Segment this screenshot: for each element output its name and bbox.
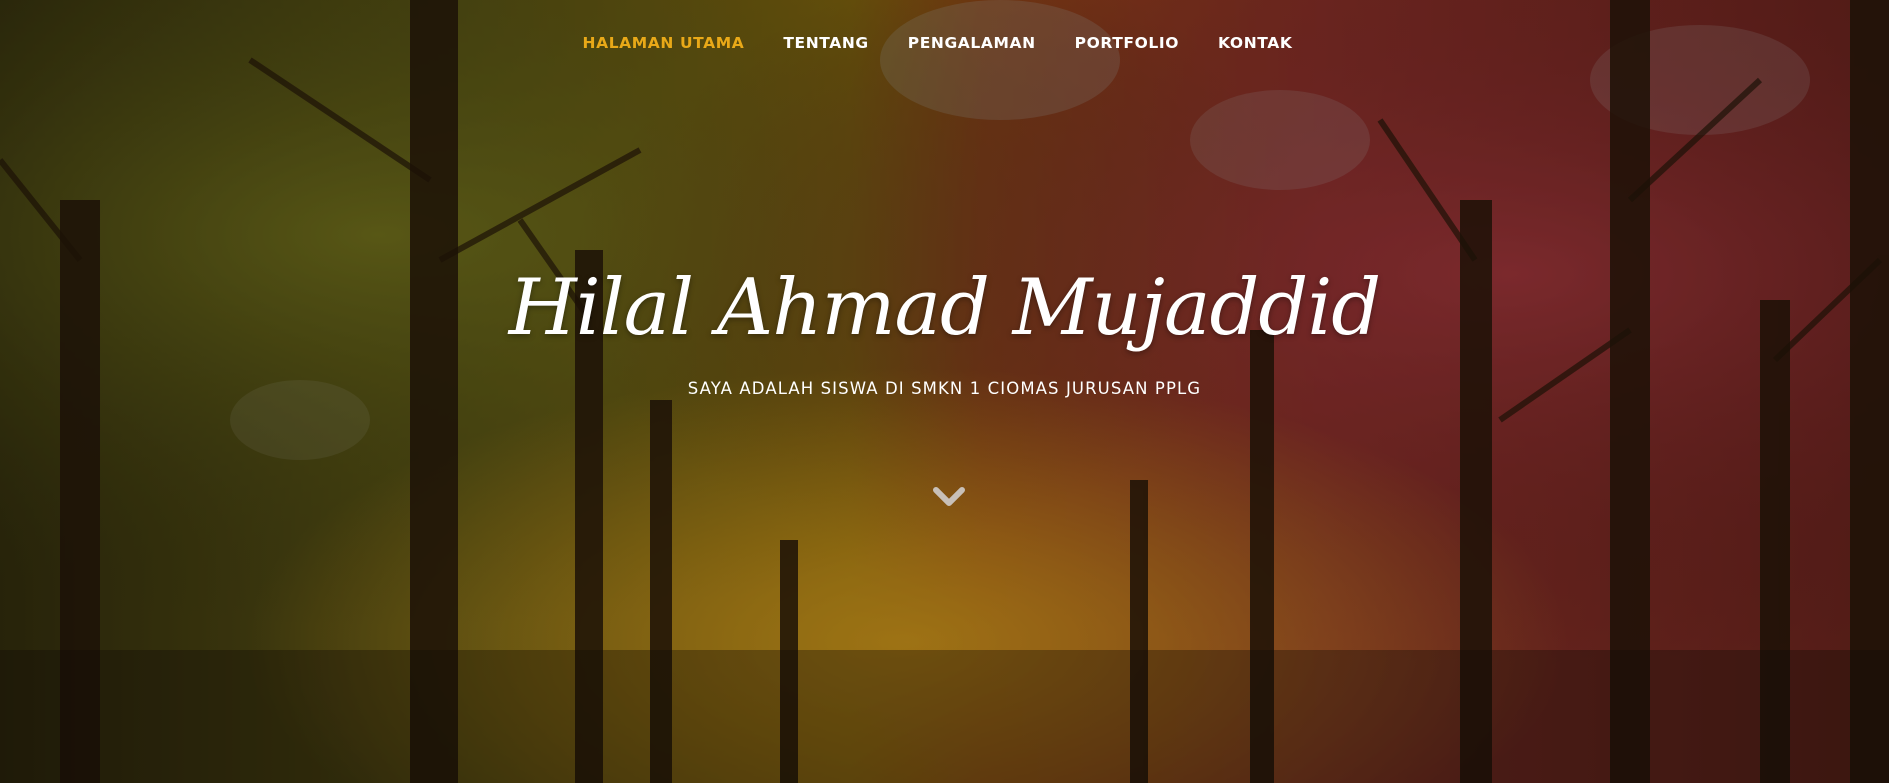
- nav-item-halaman-utama[interactable]: HALAMAN UTAMA: [583, 34, 745, 52]
- nav-item-tentang[interactable]: TENTANG: [783, 34, 868, 52]
- nav-item-kontak[interactable]: KONTAK: [1218, 34, 1292, 52]
- chevron-down-icon: [933, 487, 965, 506]
- hero-title: Hilal Ahmad Mujaddid: [508, 263, 1381, 353]
- nav-item-pengalaman[interactable]: PENGALAMAN: [908, 34, 1036, 52]
- nav-menu: HALAMAN UTAMA TENTANG PENGALAMAN PORTFOL…: [583, 34, 1293, 52]
- main-navigation: HALAMAN UTAMA TENTANG PENGALAMAN PORTFOL…: [0, 34, 1889, 52]
- hero-section: HALAMAN UTAMA TENTANG PENGALAMAN PORTFOL…: [0, 0, 1889, 783]
- nav-item-portfolio[interactable]: PORTFOLIO: [1075, 34, 1179, 52]
- scroll-down-button[interactable]: [931, 483, 967, 511]
- hero-subtitle: SAYA ADALAH SISWA DI SMKN 1 CIOMAS JURUS…: [687, 379, 1202, 398]
